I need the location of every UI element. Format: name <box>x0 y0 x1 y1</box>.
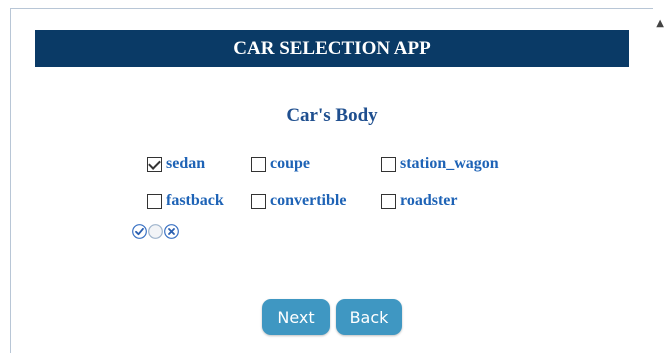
option-station-wagon[interactable]: station_wagon <box>381 154 499 174</box>
clear-icon[interactable] <box>148 224 163 239</box>
option-sedan[interactable]: sedan <box>147 154 205 174</box>
sedan-checkbox[interactable] <box>147 156 162 172</box>
fastback-label: fastback <box>166 192 224 209</box>
vertical-scrollbar[interactable]: ▲ <box>653 8 667 349</box>
check-all-icon[interactable] <box>132 224 147 239</box>
app-header: CAR SELECTION APP <box>35 30 629 67</box>
coupe-label: coupe <box>270 155 310 172</box>
option-roadster[interactable]: roadster <box>381 191 457 211</box>
section-title: Car's Body <box>286 105 378 126</box>
app-title: CAR SELECTION APP <box>233 37 431 59</box>
station-wagon-label: station_wagon <box>400 155 499 172</box>
station-wagon-checkbox[interactable] <box>381 156 396 172</box>
coupe-checkbox[interactable] <box>251 156 266 172</box>
next-button[interactable]: Next <box>262 299 330 335</box>
option-fastback[interactable]: fastback <box>147 191 224 211</box>
roadster-checkbox[interactable] <box>381 193 396 209</box>
option-coupe[interactable]: coupe <box>251 154 310 174</box>
selection-controls <box>132 224 180 239</box>
scroll-up-icon[interactable]: ▲ <box>656 18 664 29</box>
back-button[interactable]: Back <box>336 299 402 335</box>
fastback-checkbox[interactable] <box>147 193 162 209</box>
cancel-icon[interactable] <box>164 224 179 239</box>
sedan-label: sedan <box>166 155 206 172</box>
roadster-label: roadster <box>400 192 458 209</box>
convertible-checkbox[interactable] <box>251 193 266 209</box>
option-convertible[interactable]: convertible <box>251 191 346 211</box>
convertible-label: convertible <box>270 192 347 209</box>
